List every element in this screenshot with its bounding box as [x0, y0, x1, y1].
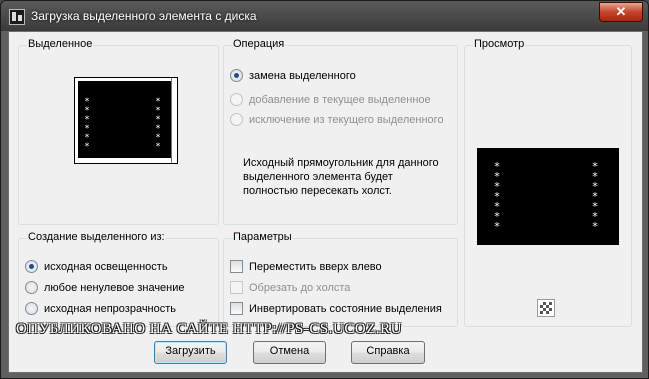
- create-from-group-label: Создание выделенного из:: [27, 231, 166, 243]
- radio-label: замена выделенного: [249, 70, 356, 82]
- radio-button-disabled: [230, 92, 243, 106]
- dialog-window: Загрузка выделенного элемента с диска ✕ …: [0, 0, 649, 379]
- radio-button-checked[interactable]: [230, 68, 243, 82]
- checkbox-disabled: [230, 280, 243, 294]
- checkerboard-pattern: [540, 302, 552, 314]
- radio-label: добавление в текущее выделенное: [249, 94, 431, 106]
- close-icon: ✕: [615, 4, 627, 19]
- selection-group-label: Выделенное: [27, 38, 94, 50]
- preview-stars-left: * * * * * * *: [494, 160, 500, 233]
- radio-button-checked[interactable]: [25, 259, 38, 273]
- operation-group: Операция замена выделенного добавление в…: [223, 38, 458, 225]
- help-button[interactable]: Справка: [351, 341, 425, 364]
- thumbnail-stars-right: * * * * * *: [155, 97, 161, 152]
- radio-label: исключение из текущего выделенного: [249, 114, 444, 126]
- checkbox-crop-to-canvas: Обрезать до холста: [230, 280, 350, 296]
- radio-label: исходная освещенность: [44, 261, 168, 273]
- operation-info-text: Исходный прямоугольник для данного выдел…: [243, 157, 439, 197]
- selection-group: Выделенное * * * * * * * * * * * *: [18, 38, 219, 225]
- preview-group-label: Просмотр: [473, 38, 526, 50]
- radio-button-disabled: [230, 112, 243, 126]
- load-button[interactable]: Загрузить: [154, 341, 227, 364]
- checkbox-move-top-left[interactable]: Переместить вверх влево: [230, 259, 382, 275]
- radio-label: любое ненулевое значение: [44, 282, 185, 294]
- preview-image: * * * * * * * * * * * * * *: [477, 148, 619, 245]
- cancel-button[interactable]: Отмена: [253, 341, 326, 364]
- checkbox-label: Переместить вверх влево: [249, 261, 382, 273]
- radio-subtract-from-selection: исключение из текущего выделенного: [230, 112, 444, 128]
- dialog-client-area: Выделенное * * * * * * * * * * * * Опера…: [8, 31, 643, 373]
- radio-button[interactable]: [25, 301, 38, 315]
- create-from-group: Создание выделенного из: исходная освеще…: [18, 231, 219, 327]
- checkbox[interactable]: [230, 259, 243, 273]
- operation-group-label: Операция: [232, 38, 286, 50]
- checkerboard-icon[interactable]: [537, 299, 555, 317]
- preview-group: Просмотр * * * * * * * * * * * * * *: [464, 38, 632, 327]
- checkbox-label: Обрезать до холста: [249, 282, 351, 294]
- radio-source-opacity[interactable]: исходная непрозрачность: [25, 301, 176, 317]
- checkbox[interactable]: [230, 301, 243, 315]
- selection-thumbnail[interactable]: * * * * * * * * * * * *: [74, 77, 178, 164]
- preview-stars-right: * * * * * * *: [592, 160, 598, 233]
- app-icon[interactable]: [9, 9, 25, 25]
- parameters-group-label: Параметры: [232, 231, 293, 243]
- checkbox-invert-selection[interactable]: Инвертировать состояние выделения: [230, 301, 442, 317]
- thumbnail-stars-left: * * * * * *: [84, 97, 90, 152]
- radio-add-to-selection: добавление в текущее выделенное: [230, 92, 431, 108]
- radio-any-nonzero[interactable]: любое ненулевое значение: [25, 280, 185, 296]
- checkbox-label: Инвертировать состояние выделения: [249, 303, 442, 315]
- radio-button[interactable]: [25, 280, 38, 294]
- window-title: Загрузка выделенного элемента с диска: [31, 9, 257, 23]
- parameters-group: Параметры Переместить вверх влево Обреза…: [223, 231, 458, 327]
- title-bar[interactable]: Загрузка выделенного элемента с диска ✕: [1, 1, 648, 31]
- thumbnail-scrollbar[interactable]: [171, 78, 177, 163]
- radio-source-luminance[interactable]: исходная освещенность: [25, 259, 168, 275]
- selection-thumbnail-image: * * * * * * * * * * * *: [78, 81, 172, 158]
- radio-label: исходная непрозрачность: [44, 303, 177, 315]
- close-button[interactable]: ✕: [599, 2, 643, 22]
- watermark-text: ОПУБЛИКОВАНО НА САЙТЕ HTTP://PS-CS.UCOZ.…: [16, 321, 402, 337]
- radio-replace-selection[interactable]: замена выделенного: [230, 68, 356, 84]
